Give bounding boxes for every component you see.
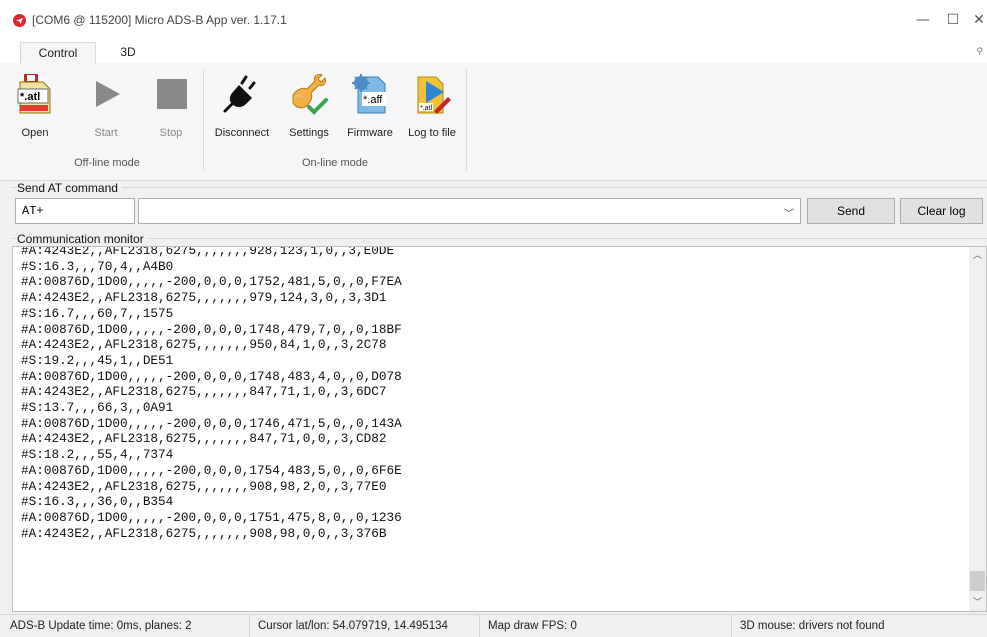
- status-3d-mouse: 3D mouse: drivers not found: [740, 620, 885, 632]
- ribbon-divider: [466, 69, 467, 171]
- chevron-down-icon[interactable]: ﹀: [784, 205, 794, 220]
- tab-control[interactable]: Control: [20, 42, 96, 64]
- close-button[interactable]: ✕: [964, 8, 987, 32]
- start-label: Start: [94, 127, 118, 139]
- tab-3d-view[interactable]: 3D View: [98, 42, 158, 80]
- firmware-button[interactable]: *.aff Firmware: [340, 67, 400, 147]
- log-line: #A:4243E2,,AFL2318,6275,,,,,,,928,123,1,…: [21, 246, 395, 258]
- log-line: #A:00876D,1D00,,,,,-200,0,0,0,1748,483,4…: [21, 368, 402, 384]
- plug-icon: [222, 73, 262, 115]
- atl-file-icon: *.atl: [15, 73, 55, 115]
- log-line: #A:4243E2,,AFL2318,6275,,,,,,,979,124,3,…: [21, 290, 387, 306]
- monitor-label: Communication monitor: [17, 232, 148, 246]
- wrench-icon: [289, 73, 329, 115]
- log-line: #S:18.2,,,55,4,,7374: [21, 447, 174, 463]
- status-update-time: ADS-B Update time: 0ms, planes: 2: [4, 615, 250, 637]
- ribbon-collapse-icon[interactable]: ⚲: [976, 46, 983, 57]
- svg-text:*.aff: *.aff: [363, 94, 383, 106]
- clear-log-button[interactable]: Clear log: [900, 198, 983, 224]
- monitor-scrollbar[interactable]: ︿ ﹀: [969, 247, 986, 611]
- status-map-fps: Map draw FPS: 0: [482, 615, 732, 637]
- log-line: #S:16.7,,,60,7,,1575: [21, 305, 174, 321]
- communication-monitor[interactable]: #A:4243E2,,AFL2318,6275,,,,,,,928,123,1,…: [12, 246, 987, 612]
- log-line: #A:00876D,1D00,,,,,-200,0,0,0,1746,471,5…: [21, 415, 402, 431]
- status-bar: ADS-B Update time: 0ms, planes: 2 Cursor…: [0, 614, 987, 637]
- monitor-divider: [12, 238, 987, 239]
- open-button[interactable]: *.atl Open: [12, 67, 58, 147]
- log-line: #A:4243E2,,AFL2318,6275,,,,,,,908,98,0,0…: [21, 525, 387, 541]
- log-line: #S:13.7,,,66,3,,0A91: [21, 400, 174, 416]
- send-at-label: Send AT command: [17, 181, 122, 195]
- log-line: #A:4243E2,,AFL2318,6275,,,,,,,908,98,2,0…: [21, 478, 387, 494]
- log-to-file-button[interactable]: *.atl Log to file: [402, 67, 462, 147]
- stop-button[interactable]: Stop: [146, 67, 196, 147]
- status-cursor-latlon: Cursor lat/lon: 54.079719, 14.495134: [252, 615, 480, 637]
- log-line: #A:00876D,1D00,,,,,-200,0,0,0,1751,475,8…: [21, 509, 402, 525]
- log-line: #A:4243E2,,AFL2318,6275,,,,,,,847,71,0,0…: [21, 431, 387, 447]
- settings-label: Settings: [289, 127, 329, 139]
- scroll-up-icon[interactable]: ︿: [969, 247, 986, 264]
- log-line: #S:19.2,,,45,1,,DE51: [21, 352, 174, 368]
- disconnect-button[interactable]: Disconnect: [206, 67, 278, 147]
- aff-file-icon: *.aff: [350, 73, 390, 115]
- log-line: #A:00876D,1D00,,,,,-200,0,0,0,1748,479,7…: [21, 321, 402, 337]
- scroll-down-icon[interactable]: ﹀: [969, 594, 986, 611]
- log-line: #S:16.3,,,36,0,,B354: [21, 494, 174, 510]
- online-mode-label: On-line mode: [301, 157, 369, 169]
- offline-mode-group: *.atl Open Start Stop Off-line mode: [12, 63, 202, 179]
- offline-mode-label: Off-line mode: [74, 157, 140, 169]
- svg-text:*.atl: *.atl: [420, 105, 433, 112]
- stop-icon: [151, 73, 191, 115]
- send-button[interactable]: Send: [807, 198, 895, 224]
- minimize-button[interactable]: —: [908, 8, 938, 32]
- scroll-thumb[interactable]: [970, 571, 985, 591]
- disconnect-label: Disconnect: [214, 127, 270, 139]
- log-file-icon: *.atl: [412, 73, 452, 115]
- svg-text:*.atl: *.atl: [20, 91, 40, 103]
- open-label: Open: [21, 127, 49, 139]
- log-line: #A:00876D,1D00,,,,,-200,0,0,0,1752,481,5…: [21, 274, 402, 290]
- monitor-log: #A:4243E2,,AFL2318,6275,,,,,,,928,123,1,…: [21, 246, 402, 541]
- log-line: #S:16.3,,,70,4,,A4B0: [21, 258, 174, 274]
- app-logo-icon: [13, 14, 26, 27]
- ribbon-tabs: Control 3D View ⚲: [0, 40, 987, 80]
- log-line: #A:4243E2,,AFL2318,6275,,,,,,,847,71,1,0…: [21, 384, 387, 400]
- online-mode-group: Disconnect Settings *.aff Firmware *.atl…: [204, 63, 466, 179]
- at-prefix-field[interactable]: AT+: [15, 198, 135, 224]
- send-at-divider: [12, 187, 987, 188]
- ribbon: *.atl Open Start Stop Off-line mode Disc…: [0, 63, 987, 181]
- settings-button[interactable]: Settings: [282, 67, 336, 147]
- window-title: [COM6 @ 115200] Micro ADS-B App ver. 1.1…: [32, 13, 287, 27]
- log-to-file-label: Log to file: [408, 127, 456, 139]
- stop-label: Stop: [159, 127, 183, 139]
- at-command-input[interactable]: ﹀: [138, 198, 801, 224]
- play-icon: [86, 73, 126, 115]
- start-button[interactable]: Start: [78, 67, 134, 147]
- log-line: #A:00876D,1D00,,,,,-200,0,0,0,1754,483,5…: [21, 462, 402, 478]
- title-bar: [COM6 @ 115200] Micro ADS-B App ver. 1.1…: [0, 0, 987, 40]
- firmware-label: Firmware: [347, 127, 393, 139]
- log-line: #A:4243E2,,AFL2318,6275,,,,,,,950,84,1,0…: [21, 337, 387, 353]
